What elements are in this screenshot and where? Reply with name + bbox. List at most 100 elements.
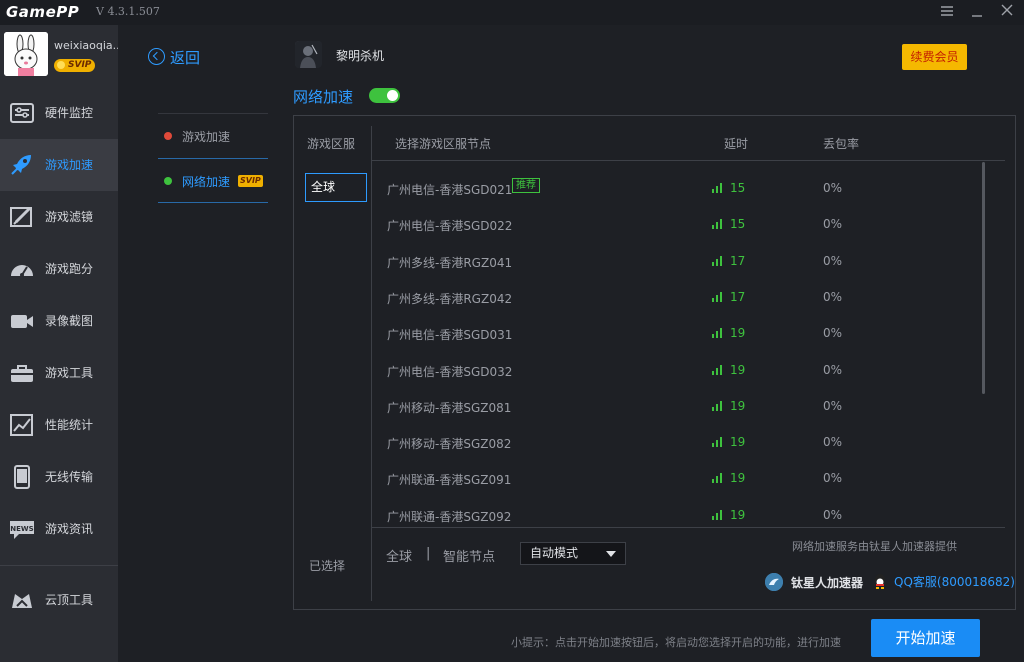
minimize-icon[interactable] <box>966 2 988 22</box>
node-row[interactable]: 广州电信-香港SGD032 19 0% <box>372 352 982 388</box>
scrollbar[interactable] <box>982 162 985 394</box>
sidebar-item-game-acceleration[interactable]: 游戏加速 <box>0 139 118 191</box>
network-acceleration-toggle[interactable] <box>369 88 400 103</box>
sidebar-divider <box>0 565 118 566</box>
provider-note: 网络加速服务由钛星人加速器提供 <box>792 540 957 553</box>
section-title: 网络加速 <box>293 88 354 106</box>
packet-loss-value: 0% <box>823 253 843 268</box>
latency-value: 19 <box>730 471 746 486</box>
provider-brand-label: 钛星人加速器 <box>791 576 864 590</box>
node-name: 广州联通-香港SGZ092 <box>387 509 512 524</box>
svip-badge: SVIP <box>238 175 263 187</box>
node-row[interactable]: 广州多线-香港RGZ041 17 0% <box>372 243 982 279</box>
menu-icon[interactable] <box>936 2 958 22</box>
packet-loss-value: 0% <box>823 507 843 522</box>
signal-strength-icon <box>712 291 723 302</box>
sidebar-item-game-tools[interactable]: 游戏工具 <box>0 347 118 399</box>
game-name: 黎明杀机 <box>336 49 385 63</box>
subnav-item-game-acceleration[interactable]: 游戏加速 <box>152 114 270 158</box>
app-logo: GamePP <box>6 3 80 21</box>
video-camera-icon <box>9 309 35 333</box>
crown-icon <box>9 588 35 612</box>
sidebar-item-game-news[interactable]: NEWS 游戏资讯 <box>0 503 118 555</box>
signal-strength-icon <box>712 437 723 448</box>
node-row[interactable]: 广州联通-香港SGZ091 19 0% <box>372 460 982 496</box>
chart-icon <box>9 413 35 437</box>
latency-value: 19 <box>730 362 746 377</box>
node-row[interactable]: 广州移动-香港SGZ081 19 0% <box>372 388 982 424</box>
sidebar-item-label: 游戏加速 <box>45 158 94 172</box>
status-dot <box>164 177 172 185</box>
node-name: 广州电信-香港SGD021 <box>387 183 513 197</box>
sidebar-item-label: 无线传输 <box>45 470 94 484</box>
latency-value: 19 <box>730 435 746 450</box>
packet-loss-value: 0% <box>823 326 843 341</box>
node-row[interactable]: 广州电信-香港SGD022 15 0% <box>372 206 982 242</box>
subnav-item-label: 游戏加速 <box>182 130 231 144</box>
user-profile[interactable]: weixiaoqia.. SVIP <box>0 25 118 87</box>
node-row[interactable]: 广州电信-香港SGD031 19 0% <box>372 315 982 351</box>
sidebar-item-record-screenshot[interactable]: 录像截图 <box>0 295 118 347</box>
renew-membership-button[interactable]: 续费会员 <box>902 44 967 70</box>
qq-icon <box>872 573 888 590</box>
recommended-badge: 推荐 <box>512 178 540 193</box>
region-option-global[interactable]: 全球 <box>305 173 367 202</box>
latency-value: 15 <box>730 181 746 195</box>
rocket-icon <box>9 153 35 177</box>
sidebar-item-label: 录像截图 <box>45 314 94 328</box>
sidebar-item-wireless-transfer[interactable]: 无线传输 <box>0 451 118 503</box>
footer-separator: | <box>426 546 431 561</box>
sidebar: weixiaoqia.. SVIP 硬件监控 游戏加速 游戏滤镜 游戏跑分 录像… <box>0 25 118 662</box>
node-name: 广州电信-香港SGD031 <box>387 328 513 343</box>
selected-region: 全球 <box>386 550 413 565</box>
node-name: 广州联通-香港SGZ091 <box>387 473 512 488</box>
mode-select[interactable]: 自动模式 <box>520 542 626 565</box>
column-header-latency: 延时 <box>724 137 749 151</box>
column-header-node: 选择游戏区服节点 <box>395 137 492 151</box>
toolbox-icon <box>9 361 35 385</box>
sidebar-item-label: 游戏资讯 <box>45 522 94 536</box>
signal-strength-icon <box>712 183 723 193</box>
signal-strength-icon <box>712 364 723 375</box>
app-version: V 4.3.1.507 <box>96 5 160 18</box>
title-bar: GamePP V 4.3.1.507 <box>0 0 1024 25</box>
signal-strength-icon <box>712 219 723 230</box>
packet-loss-value: 0% <box>823 435 843 450</box>
node-row[interactable]: 广州多线-香港RGZ042 17 0% <box>372 279 982 315</box>
sidebar-item-label: 性能统计 <box>45 418 94 432</box>
hint-text: 小提示：点击开始加速按钮后，将启动您选择开启的功能，进行加速 <box>511 636 841 649</box>
news-icon: NEWS <box>9 517 35 541</box>
packet-loss-value: 0% <box>823 217 843 232</box>
signal-strength-icon <box>712 400 723 411</box>
header-divider <box>372 160 1005 161</box>
sidebar-item-performance-stats[interactable]: 性能统计 <box>0 399 118 451</box>
subnav-item-network-acceleration[interactable]: 网络加速 SVIP <box>152 159 270 203</box>
filter-icon <box>9 205 35 229</box>
sidebar-item-label: 硬件监控 <box>45 106 94 120</box>
node-name: 广州多线-香港RGZ041 <box>387 255 513 270</box>
sidebar-item-tft-tools[interactable]: 云顶工具 <box>0 574 118 626</box>
start-acceleration-button[interactable]: 开始加速 <box>871 619 980 657</box>
node-name: 广州多线-香港RGZ042 <box>387 291 513 306</box>
latency-value: 19 <box>730 398 746 413</box>
node-row[interactable]: 广州电信-香港SGD021 推荐 15 0% <box>372 170 982 206</box>
latency-value: 19 <box>730 326 746 341</box>
sidebar-item-hardware-monitor[interactable]: 硬件监控 <box>0 87 118 139</box>
node-row[interactable]: 广州移动-香港SGZ082 19 0% <box>372 424 982 460</box>
avatar[interactable] <box>4 32 48 76</box>
node-name: 广州移动-香港SGZ081 <box>387 400 512 415</box>
latency-value: 17 <box>730 289 746 304</box>
packet-loss-value: 0% <box>823 471 843 486</box>
sidebar-item-benchmark[interactable]: 游戏跑分 <box>0 243 118 295</box>
back-arrow-icon <box>148 48 165 65</box>
packet-loss-value: 0% <box>823 181 843 195</box>
status-dot <box>164 132 172 140</box>
node-panel: 游戏区服 选择游戏区服节点 延时 丢包率 全球 广州电信-香港SGD021 推荐 1… <box>293 115 1016 610</box>
selected-node: 智能节点 <box>443 550 496 565</box>
sidebar-item-game-filter[interactable]: 游戏滤镜 <box>0 191 118 243</box>
sidebar-item-label: 游戏工具 <box>45 366 94 380</box>
qq-support-link[interactable]: QQ客服(800018682) <box>894 573 1015 590</box>
close-icon[interactable] <box>996 2 1018 22</box>
signal-strength-icon <box>712 509 723 520</box>
svg-text:NEWS: NEWS <box>10 525 33 533</box>
